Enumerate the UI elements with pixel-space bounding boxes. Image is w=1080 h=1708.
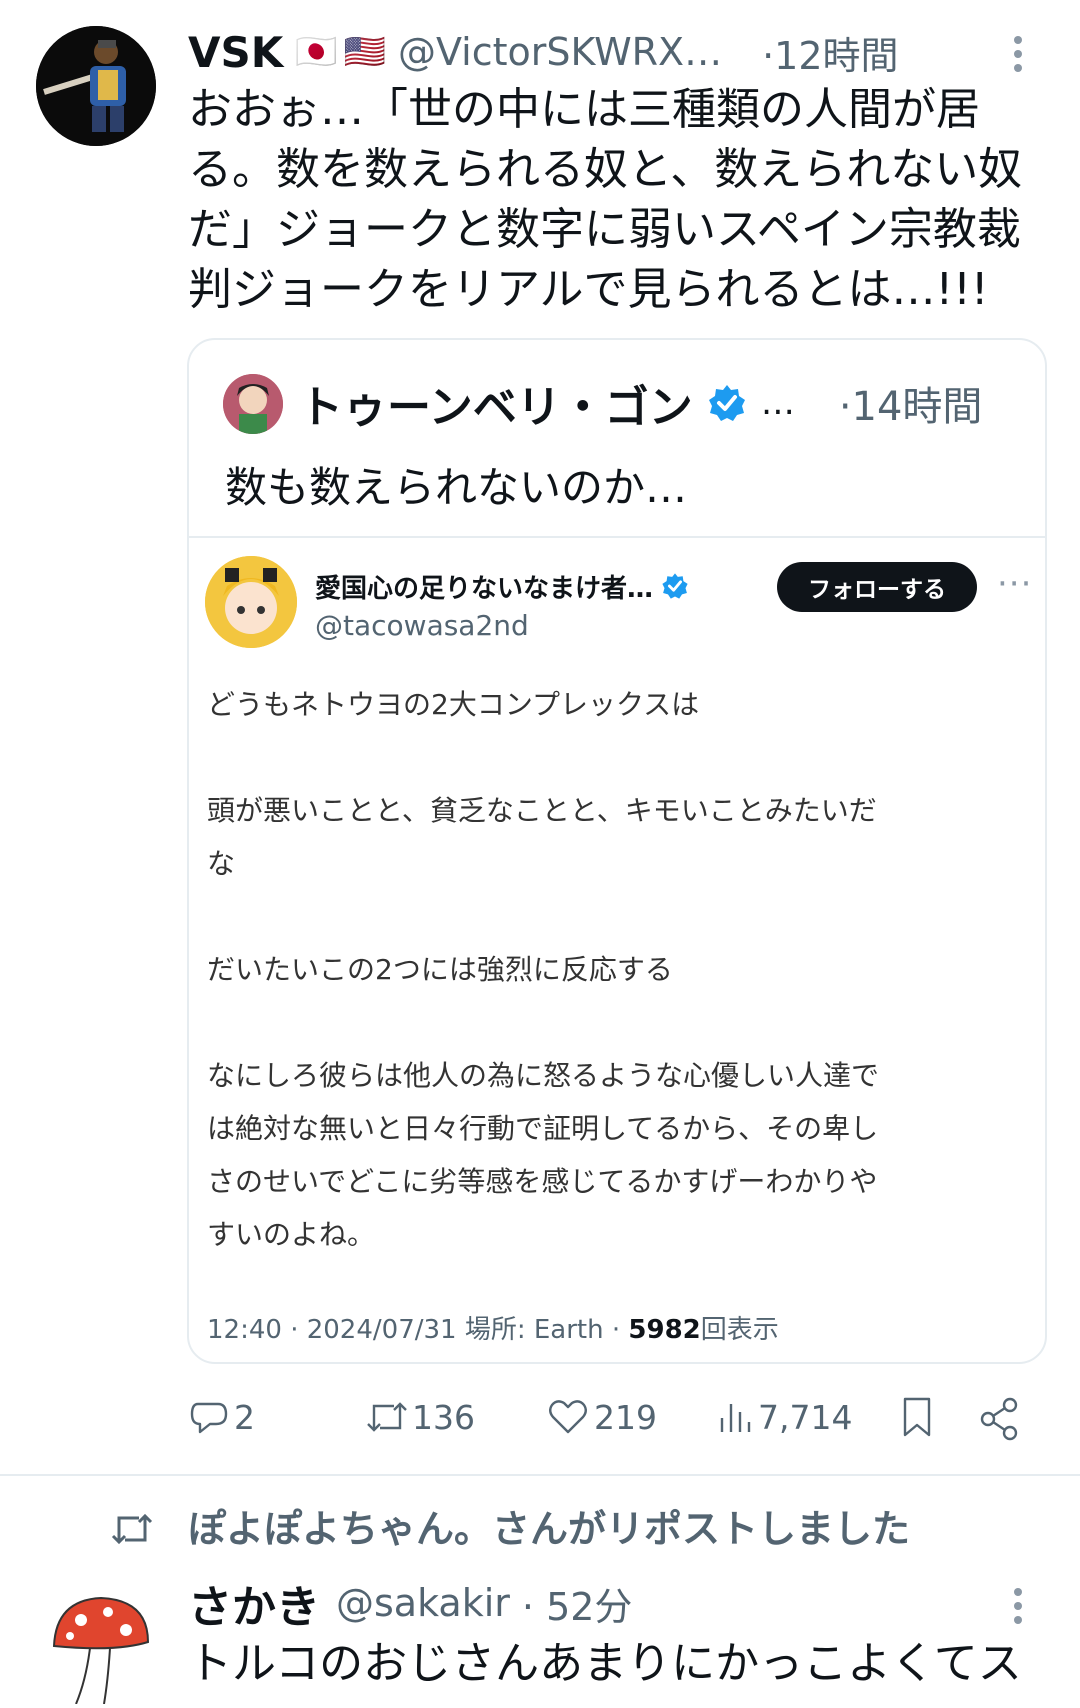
bookmark-icon[interactable] [898, 1392, 936, 1442]
repost-icon [364, 1396, 410, 1438]
meta-views: 5982 [628, 1315, 701, 1345]
next-tweet-text: トルコのおじさんあまりにかっこよくてス [188, 1638, 1022, 1689]
avatar-gon[interactable] [223, 374, 283, 434]
flag-us: 🇺🇸 [343, 32, 386, 72]
like-count: 219 [594, 1397, 657, 1437]
embedded-tweet: 愛国心の足りないなまけ者… @tacowasa2nd フォローする ··· どう… [189, 536, 1045, 1362]
tweet-text-line: る。数を数えられる奴と、数えられない奴 [188, 144, 1023, 195]
avatar-tacowasa[interactable] [205, 556, 297, 648]
next-author-handle[interactable]: @sakakir [336, 1581, 510, 1625]
meta-suffix: 回表示 [700, 1315, 779, 1345]
verified-icon [707, 383, 747, 423]
next-tweet-header: さかき @sakakir · 52分 [188, 1572, 632, 1634]
more-icon[interactable] [1006, 32, 1030, 76]
follow-button[interactable]: フォローする [777, 562, 977, 612]
body-line: だいたいこの2つには強烈に反応する [207, 953, 673, 986]
body-line: さのせいでどこに劣等感を感じてるかすげーわかりや [207, 1165, 878, 1198]
author-name[interactable]: VSK [188, 28, 283, 77]
like-icon [546, 1396, 590, 1438]
embedded-handle[interactable]: @tacowasa2nd [315, 606, 529, 646]
quote-time[interactable]: ·14時間 [839, 374, 983, 432]
embedded-more-icon[interactable]: ··· [997, 564, 1032, 604]
flag-jp: 🇯🇵 [295, 32, 338, 72]
tweet-time[interactable]: ·12時間 [762, 25, 898, 80]
tweet-text: おおぉ…「世の中には三種類の人間が居 る。数を数えられる奴と、数えられない奴 だ… [188, 80, 1068, 320]
next-tweet-time[interactable]: · 52分 [522, 1576, 633, 1631]
body-line: な [207, 847, 236, 880]
embedded-author-name[interactable]: 愛国心の足りないなまけ者… [315, 568, 653, 605]
embedded-body: どうもネトウヨの2大コンプレックスは 頭が悪いことと、貧乏なことと、キモいことみ… [207, 678, 1027, 1261]
quoted-tweet-card[interactable]: トゥーンベリ・ゴン … ·14時間 数も数えられないのか… 愛国心の足りないなま… [187, 338, 1047, 1364]
views-icon [716, 1396, 758, 1438]
repost-count: 136 [412, 1397, 475, 1437]
tweet-text-line: だ」ジョークと数字に弱いスペイン宗教裁 [188, 204, 1021, 255]
quote-author-name[interactable]: トゥーンベリ・ゴン [299, 371, 693, 435]
repost-banner-icon [108, 1508, 156, 1554]
share-icon[interactable] [978, 1394, 1020, 1444]
next-author-name[interactable]: さかき [188, 1571, 320, 1635]
body-line: 頭が悪いことと、貧乏なことと、キモいことみたいだ [207, 794, 877, 827]
quote-text: 数も数えられないのか… [225, 463, 688, 512]
avatar-sakaki[interactable] [46, 1590, 156, 1705]
body-line: すいのよね。 [207, 1218, 376, 1251]
tweet-text-line: おおぉ…「世の中には三種類の人間が居 [188, 84, 980, 135]
body-line: どうもネトウヨの2大コンプレックスは [207, 688, 700, 721]
tweet-header: VSK 🇯🇵 🇺🇸 @VictorSKWRX… ·12時間 [188, 22, 1018, 82]
embedded-meta: 12:40 · 2024/07/31 場所: Earth · 5982回表示 [207, 1310, 779, 1350]
repost-banner[interactable]: ぽよぽよちゃん。さんがリポストしました [188, 1500, 910, 1558]
views-button[interactable]: 7,714 [716, 1392, 852, 1442]
quote-header: トゥーンベリ・ゴン … ·14時間 [299, 372, 1019, 434]
reply-button[interactable]: 2 [188, 1392, 255, 1442]
repost-button[interactable]: 136 [364, 1392, 475, 1442]
like-button[interactable]: 219 [546, 1392, 657, 1442]
avatar-vsk[interactable] [36, 26, 156, 146]
embedded-header: 愛国心の足りないなまけ者… [315, 566, 689, 606]
more-icon[interactable] [1006, 1584, 1030, 1628]
verified-icon [661, 572, 689, 600]
quote-name-ellipsis: … [760, 383, 795, 423]
reply-count: 2 [234, 1397, 255, 1437]
author-handle[interactable]: @VictorSKWRX… [398, 30, 722, 74]
tweet-text-line: 判ジョークをリアルで見られるとは…!!! [188, 264, 989, 315]
meta-prefix: 12:40 · 2024/07/31 場所: Earth · [207, 1315, 629, 1345]
tweet-divider [0, 1474, 1080, 1476]
body-line: は絶対な無いと日々行動で証明してるから、その卑し [207, 1112, 879, 1145]
views-count: 7,714 [758, 1397, 853, 1437]
reply-icon [188, 1396, 230, 1438]
body-line: なにしろ彼らは他人の為に怒るような心優しい人達で [207, 1059, 880, 1092]
